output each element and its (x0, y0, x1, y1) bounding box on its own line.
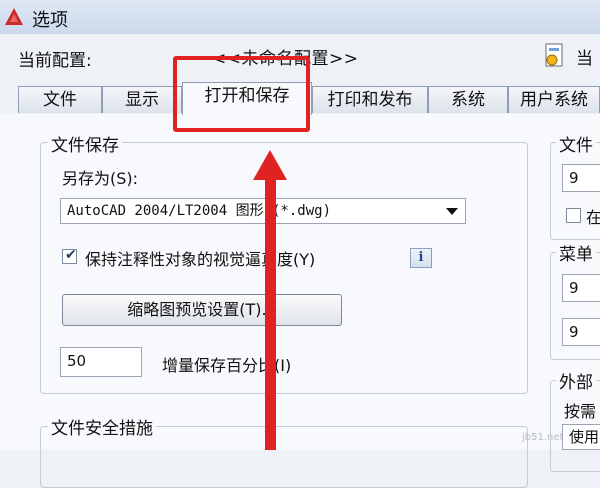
tab-system[interactable]: 系统 (428, 86, 508, 113)
thumbnail-preview-settings-button[interactable]: 缩略图预览设置(T)... (62, 294, 342, 326)
demand-load-dropdown[interactable]: 使用 (562, 424, 600, 450)
current-profile-label: 当前配置: (18, 51, 92, 71)
file-open-group-title: 文件 (556, 131, 596, 156)
recent-actions-input[interactable]: 9 (562, 274, 600, 302)
show-full-path-label: 在 (586, 208, 600, 227)
window-title: 选项 (32, 10, 68, 31)
annotation-arrow-shaft (265, 176, 276, 450)
application-menu-group-title: 菜单 (556, 240, 596, 265)
checkmark-icon: ✔ (65, 247, 77, 263)
save-as-dropdown[interactable]: AutoCAD 2004/LT2004 图形 (*.dwg) (60, 198, 466, 224)
tab-display[interactable]: 显示 (102, 86, 182, 113)
autocad-app-icon (5, 8, 23, 25)
current-drawing-label: 当 (576, 49, 593, 69)
chevron-down-icon[interactable] (446, 208, 458, 215)
tab-plot-and-publish[interactable]: 打印和发布 (312, 86, 428, 113)
demand-load-label: 按需 (564, 402, 597, 421)
recent-documents-input[interactable]: 9 (562, 318, 600, 346)
title-bar: 选项 (0, 0, 600, 35)
save-as-label: 另存为(S): (62, 169, 139, 188)
keep-annotative-fidelity-checkbox[interactable]: ✔ (62, 247, 77, 264)
incremental-save-percentage-input[interactable]: 50 (60, 347, 142, 377)
drawing-file-icon (545, 43, 563, 67)
file-save-group-title: 文件保存 (48, 131, 122, 156)
file-safety-group-title: 文件安全措施 (48, 414, 156, 439)
info-icon[interactable]: i (410, 248, 432, 268)
tab-files[interactable]: 文件 (18, 86, 102, 113)
recent-files-count-input[interactable]: 9 (562, 164, 600, 192)
external-references-group-title: 外部 (556, 368, 596, 393)
watermark: jb51.net (522, 432, 564, 443)
show-full-path-checkbox[interactable] (566, 208, 581, 223)
keep-annotative-fidelity-label: 保持注释性对象的视觉逼真度(Y) (85, 250, 316, 269)
tab-highlight-box (173, 56, 310, 132)
tab-user-preferences[interactable]: 用户系统 (508, 86, 600, 113)
